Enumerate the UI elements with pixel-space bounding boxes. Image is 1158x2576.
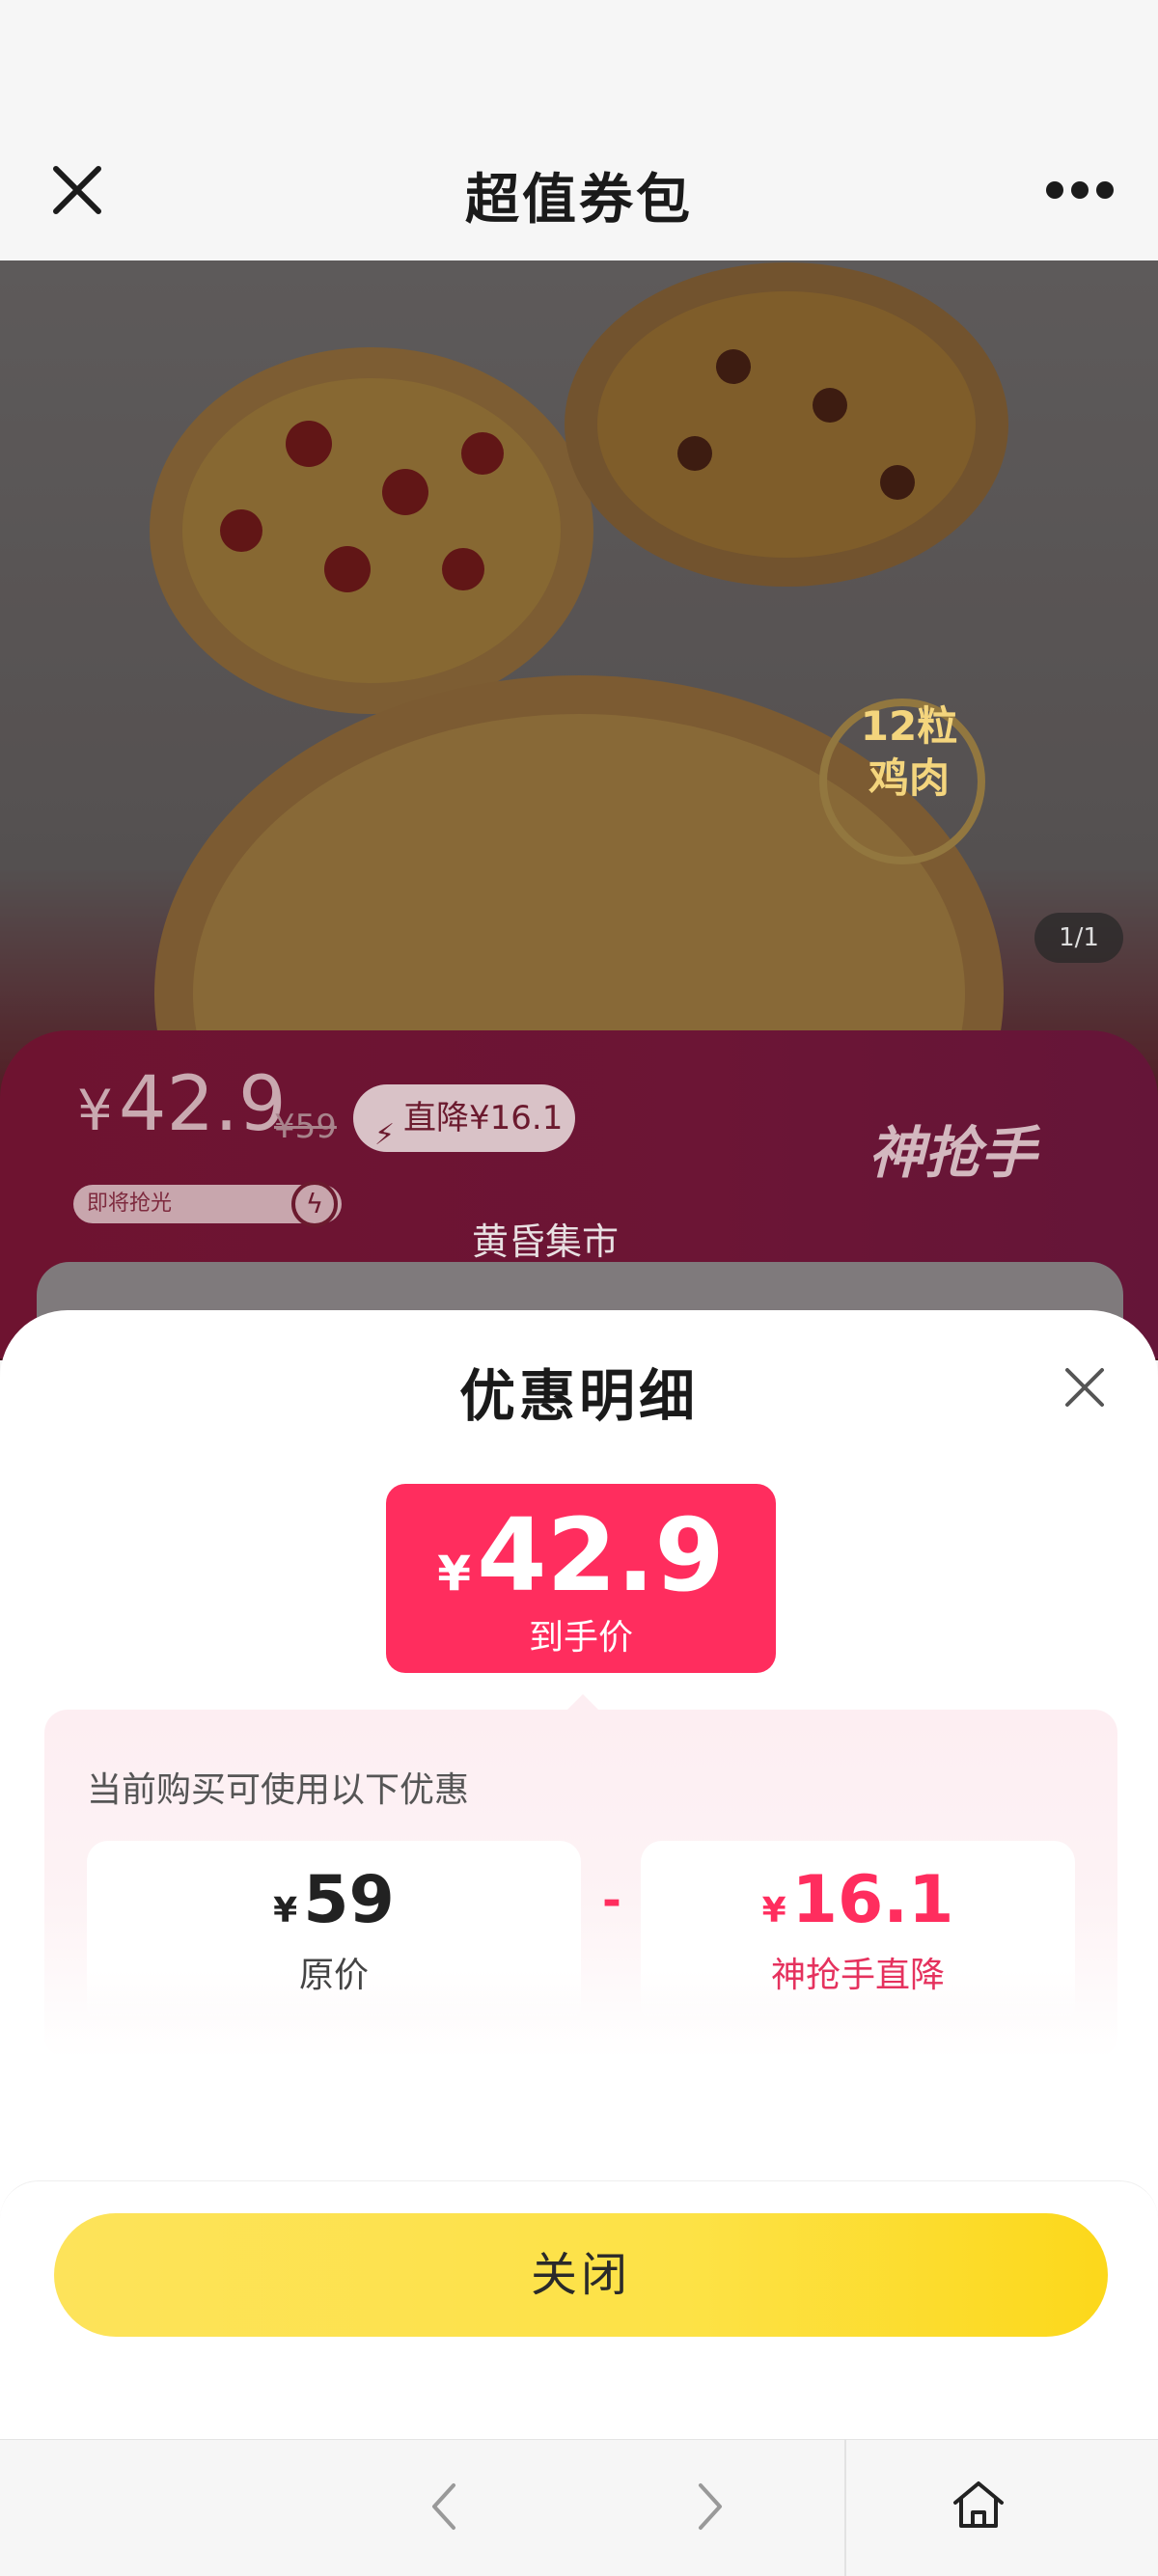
- chicken-stamp: 12粒 鸡肉: [832, 700, 986, 805]
- bolt-icon: ⚡: [374, 1118, 396, 1152]
- direct-discount-value: ¥16.1: [761, 1862, 954, 1938]
- hero-original-price: ¥59: [274, 1108, 337, 1146]
- hero-price: ¥42.9: [77, 1061, 287, 1148]
- final-price-label: 到手价: [528, 1618, 633, 1658]
- brand-logo: 神抢手: [868, 1120, 1037, 1186]
- final-price-box: ¥42.9 到手价: [386, 1484, 776, 1673]
- direct-discount-label: 神抢手直降: [770, 1956, 945, 1995]
- chevron-left-icon[interactable]: [421, 2478, 469, 2535]
- status-bar: [0, 0, 1158, 135]
- original-price-card: ¥59 原价: [87, 1841, 581, 2026]
- original-price-label: 原价: [298, 1956, 369, 1995]
- sheet-title: 优惠明细: [458, 1363, 699, 1429]
- more-dots-icon[interactable]: [1046, 176, 1114, 205]
- direct-discount-card: ¥16.1 神抢手直降: [641, 1841, 1075, 2026]
- price-drop-badge: ⚡ 直降¥16.1: [353, 1084, 575, 1152]
- discount-title: 当前购买可使用以下优惠: [87, 1770, 470, 1810]
- chevron-right-icon[interactable]: [685, 2478, 733, 2535]
- home-icon[interactable]: [950, 2476, 1007, 2534]
- close-icon[interactable]: [1060, 1362, 1110, 1412]
- minus-operator: -: [602, 1874, 621, 1928]
- nav-bar: 超值券包: [0, 135, 1158, 260]
- toolbar-divider: [844, 2439, 846, 2576]
- page-title: 超值券包: [465, 169, 693, 232]
- market-label: 黄昏集市: [471, 1220, 619, 1263]
- original-price-value: ¥59: [273, 1862, 395, 1938]
- close-button[interactable]: 关闭: [54, 2213, 1108, 2337]
- image-page-indicator: 1/1: [1034, 913, 1123, 963]
- stamp-line1: 12粒: [860, 702, 958, 750]
- stamp-line2: 鸡肉: [868, 754, 950, 802]
